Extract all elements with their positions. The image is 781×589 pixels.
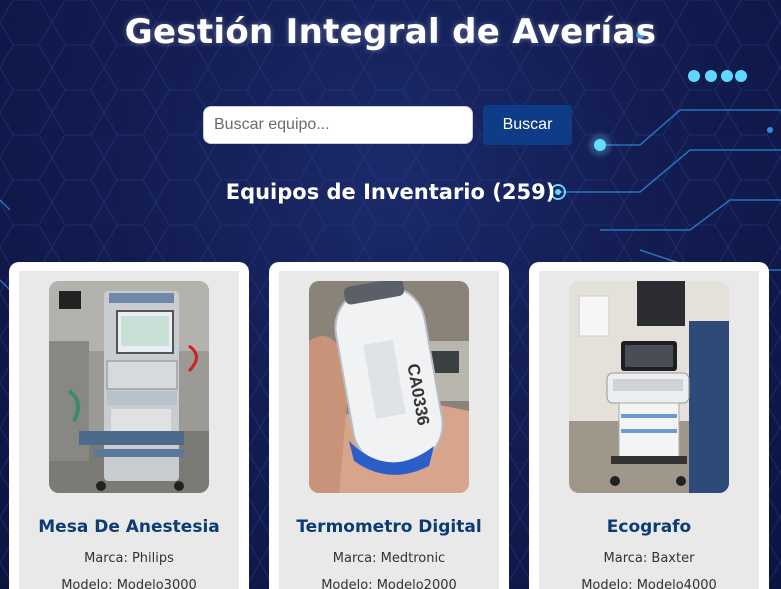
search-bar: Buscar bbox=[203, 105, 572, 145]
equipment-model: Modelo: Modelo4000 bbox=[581, 578, 717, 589]
inventory-title: Equipos de Inventario (259) bbox=[225, 180, 556, 204]
search-input[interactable] bbox=[203, 106, 473, 144]
anesthesia-machine-image bbox=[49, 281, 209, 493]
digital-thermometer-image: CA0336 bbox=[309, 281, 469, 493]
equipment-name[interactable]: Mesa De Anestesia bbox=[38, 517, 220, 537]
equipment-name[interactable]: Termometro Digital bbox=[296, 517, 481, 537]
equipment-brand: Marca: Medtronic bbox=[332, 551, 446, 566]
equipment-brand: Marca: Philips bbox=[84, 551, 174, 566]
equipment-list: Mesa De Anestesia Marca: Philips Modelo:… bbox=[9, 262, 769, 589]
page-title: Gestión Integral de Averías bbox=[124, 12, 657, 52]
equipment-card[interactable]: Mesa De Anestesia Marca: Philips Modelo:… bbox=[9, 262, 249, 589]
equipment-card[interactable]: Ecografo Marca: Baxter Modelo: Modelo400… bbox=[529, 262, 769, 589]
equipment-name[interactable]: Ecografo bbox=[607, 517, 691, 537]
equipment-model: Modelo: Modelo2000 bbox=[321, 578, 457, 589]
ultrasound-image bbox=[569, 281, 729, 493]
equipment-card[interactable]: CA0336 Termometro Digital Marca: Medtron… bbox=[269, 262, 509, 589]
equipment-brand: Marca: Baxter bbox=[603, 551, 695, 566]
equipment-model: Modelo: Modelo3000 bbox=[61, 578, 197, 589]
search-button[interactable]: Buscar bbox=[483, 105, 572, 145]
